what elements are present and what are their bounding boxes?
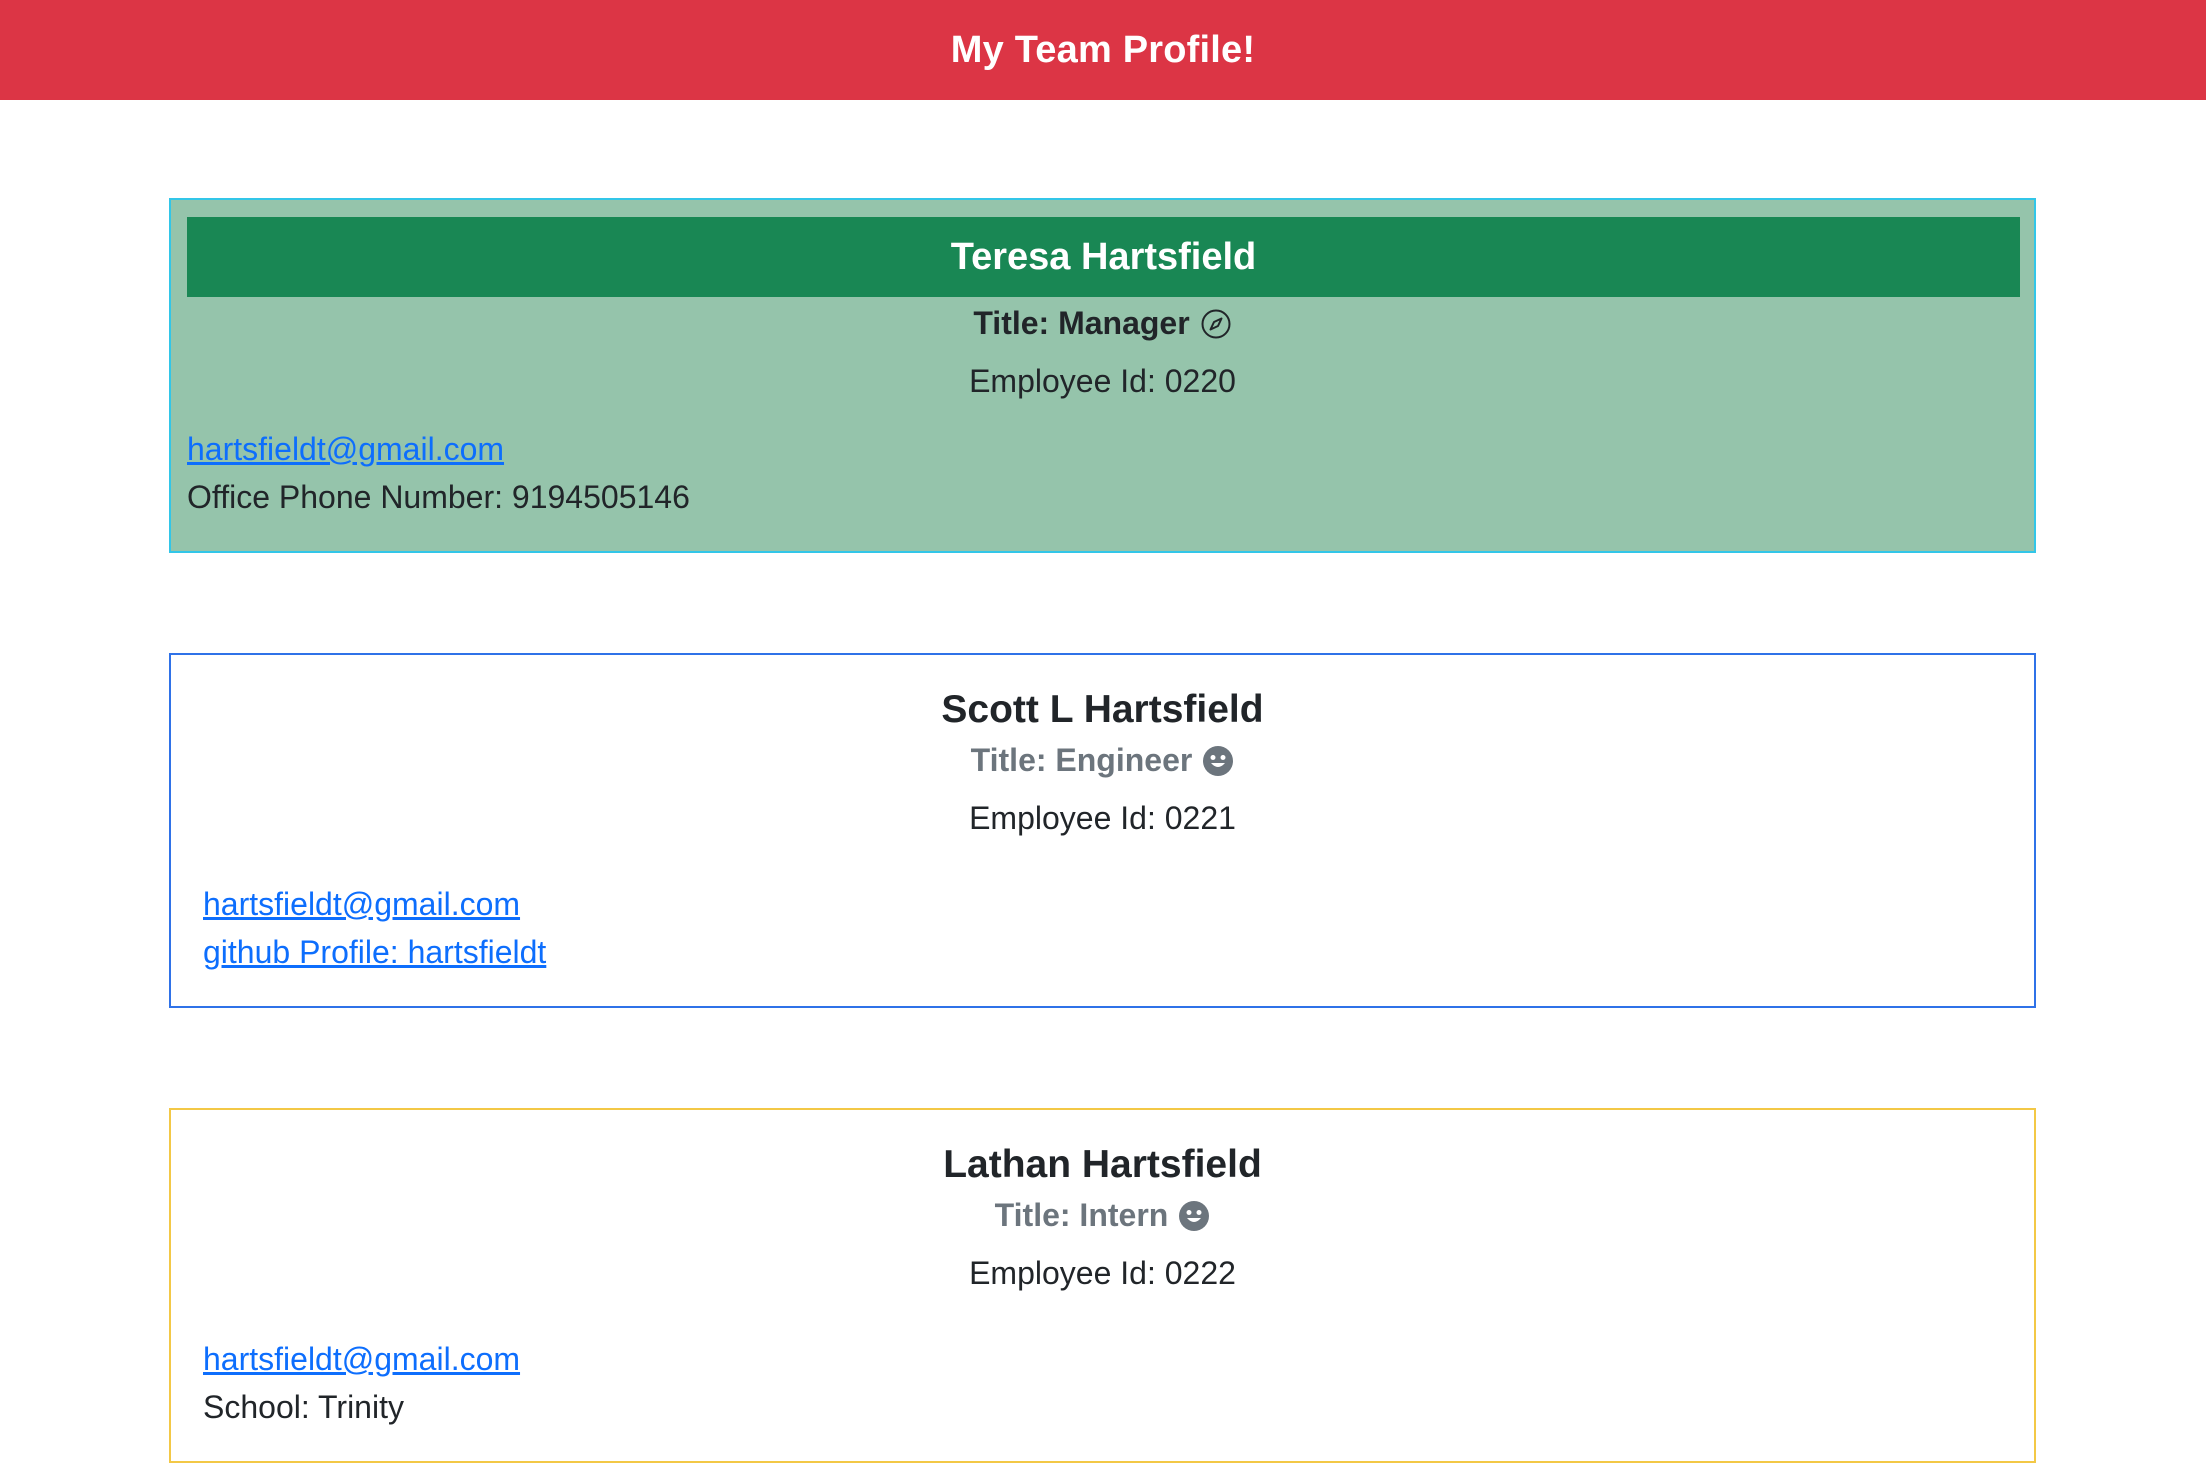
intern-info: hartsfieldt@gmail.com School: Trinity bbox=[203, 1335, 520, 1431]
manager-card: Teresa Hartsfield Title: Manager Employe… bbox=[169, 198, 2036, 553]
intern-school: School: Trinity bbox=[203, 1389, 404, 1425]
engineer-title: Title: Engineer bbox=[171, 742, 2034, 779]
manager-employee-id: Employee Id: 0220 bbox=[969, 363, 1236, 399]
intern-card: Lathan Hartsfield Title: Intern Employee… bbox=[169, 1108, 2036, 1463]
manager-title: Title: Manager bbox=[171, 305, 2034, 342]
intern-name: Lathan Hartsfield bbox=[943, 1143, 1262, 1186]
engineer-github-link[interactable]: github Profile: hartsfieldt bbox=[203, 928, 546, 976]
intern-title: Title: Intern bbox=[171, 1197, 2034, 1234]
manager-email-link[interactable]: hartsfieldt@gmail.com bbox=[187, 425, 690, 473]
smiley-icon bbox=[1202, 745, 1234, 777]
engineer-info: hartsfieldt@gmail.com github Profile: ha… bbox=[203, 880, 546, 976]
page-header: My Team Profile! bbox=[0, 0, 2206, 100]
intern-email-link[interactable]: hartsfieldt@gmail.com bbox=[203, 1335, 520, 1383]
engineer-card: Scott L Hartsfield Title: Engineer Emplo… bbox=[169, 653, 2036, 1008]
engineer-title-text: Title: Engineer bbox=[970, 742, 1193, 778]
intern-employee-id: Employee Id: 0222 bbox=[969, 1255, 1236, 1291]
manager-info: hartsfieldt@gmail.com Office Phone Numbe… bbox=[187, 425, 690, 521]
engineer-email-link[interactable]: hartsfieldt@gmail.com bbox=[203, 880, 546, 928]
manager-office-phone: Office Phone Number: 9194505146 bbox=[187, 479, 690, 515]
smiley-icon bbox=[1178, 1200, 1210, 1232]
compass-icon bbox=[1200, 308, 1232, 340]
manager-name-header: Teresa Hartsfield bbox=[187, 217, 2020, 297]
intern-title-text: Title: Intern bbox=[994, 1197, 1169, 1233]
engineer-employee-id: Employee Id: 0221 bbox=[969, 800, 1236, 836]
manager-title-text: Title: Manager bbox=[973, 305, 1190, 341]
page-title: My Team Profile! bbox=[950, 28, 1256, 71]
manager-name: Teresa Hartsfield bbox=[950, 235, 1257, 278]
engineer-name: Scott L Hartsfield bbox=[941, 688, 1264, 731]
